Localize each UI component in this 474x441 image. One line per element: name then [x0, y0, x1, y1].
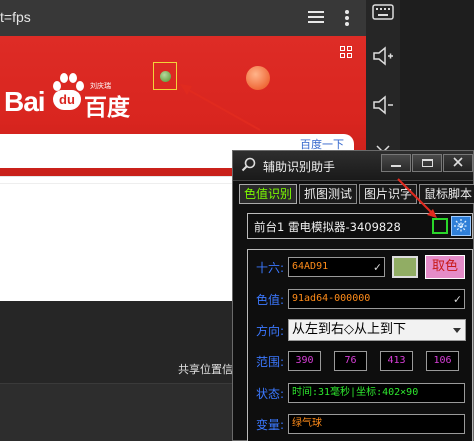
helper-window: 辅助识别助手 色值识别 抓图测试 图片识字 鼠标脚本 前台1 雷电模拟器-340…: [232, 150, 474, 441]
tab-mouse-script[interactable]: 鼠标脚本: [419, 184, 474, 204]
pick-color-button[interactable]: 取色: [425, 255, 465, 279]
share-location-text: 共享位置信: [178, 363, 233, 376]
color-panel: 十六: 64AD91 ✓ 取色 色值: 91ad64-000000 ✓ 方向: …: [247, 249, 473, 441]
logo-text-du: du: [53, 90, 81, 110]
hex-label: 十六:: [256, 261, 285, 275]
address-text[interactable]: t=fps: [0, 9, 31, 25]
direction-label: 方向:: [256, 324, 285, 338]
hex-value: 64AD91: [292, 261, 329, 272]
volume-down-icon[interactable]: [371, 93, 395, 117]
range-x1-input[interactable]: 390: [288, 351, 321, 371]
title-bar[interactable]: 辅助识别助手: [233, 151, 473, 181]
window-title: 辅助识别助手: [263, 160, 336, 174]
check-icon: ✓: [373, 260, 381, 274]
range-label: 范围:: [256, 355, 285, 369]
more-menu-icon[interactable]: [345, 10, 349, 26]
keyboard-icon[interactable]: [371, 0, 395, 24]
crosshair-button[interactable]: [451, 216, 471, 236]
window-controls: [381, 154, 474, 172]
logo-text-bai: Bai: [4, 86, 46, 117]
variable-value: 绿气球: [292, 418, 322, 429]
tab-image-ocr[interactable]: 图片识字: [359, 184, 418, 204]
orange-balloon: [246, 66, 270, 90]
check-icon: ✓: [453, 292, 461, 306]
color-swatch: [392, 256, 418, 278]
close-button[interactable]: [443, 154, 473, 172]
tabs-icon[interactable]: [308, 11, 324, 25]
direction-select[interactable]: 从左到右◇从上到下: [288, 319, 466, 341]
magnifier-icon: [241, 157, 256, 172]
green-balloon[interactable]: [160, 71, 171, 82]
logo-small-text: 刘庆瑞: [90, 82, 111, 90]
target-window-row: 前台1 雷电模拟器-3409828: [247, 213, 473, 239]
status-label: 状态:: [256, 387, 285, 401]
volume-up-icon[interactable]: [371, 44, 395, 68]
baidu-logo: Bai du 百度 刘庆瑞: [4, 72, 134, 121]
color-value-label: 色值:: [256, 293, 285, 307]
chevron-down-icon: [453, 328, 461, 333]
variable-input[interactable]: 绿气球 ✓: [288, 414, 465, 434]
hex-input[interactable]: 64AD91 ✓: [288, 257, 385, 277]
color-value-input[interactable]: 91ad64-000000 ✓: [288, 289, 465, 309]
color-value: 91ad64-000000: [292, 293, 371, 304]
select-window-button[interactable]: [432, 218, 448, 234]
minimize-button[interactable]: [381, 154, 411, 172]
crosshair-icon: [454, 219, 468, 233]
range-x2-input[interactable]: 413: [380, 351, 413, 371]
direction-value: 从左到右◇从上到下: [292, 322, 406, 337]
apps-grid-icon[interactable]: [340, 46, 352, 58]
target-window-text: 前台1 雷电模拟器-3409828: [254, 220, 401, 234]
range-y2-input[interactable]: 106: [426, 351, 459, 371]
range-y1-input[interactable]: 76: [334, 351, 367, 371]
variable-label: 变量:: [256, 418, 285, 432]
address-bar[interactable]: t=fps: [0, 0, 366, 36]
tab-capture-test[interactable]: 抓图测试: [299, 184, 358, 204]
tab-color-recognition[interactable]: 色值识别: [239, 184, 298, 204]
screen: t=fps Bai du 百度 刘庆瑞 百度一下 共享位置信 辅助识别助手 色值…: [0, 0, 474, 441]
target-highlight-box: [153, 62, 177, 90]
status-value: 时间:31毫秒|坐标:402×90: [288, 383, 465, 403]
logo-text-chinese: 百度: [84, 95, 130, 121]
maximize-button[interactable]: [412, 154, 442, 172]
tab-bar: 色值识别 抓图测试 图片识字 鼠标脚本: [239, 184, 474, 204]
